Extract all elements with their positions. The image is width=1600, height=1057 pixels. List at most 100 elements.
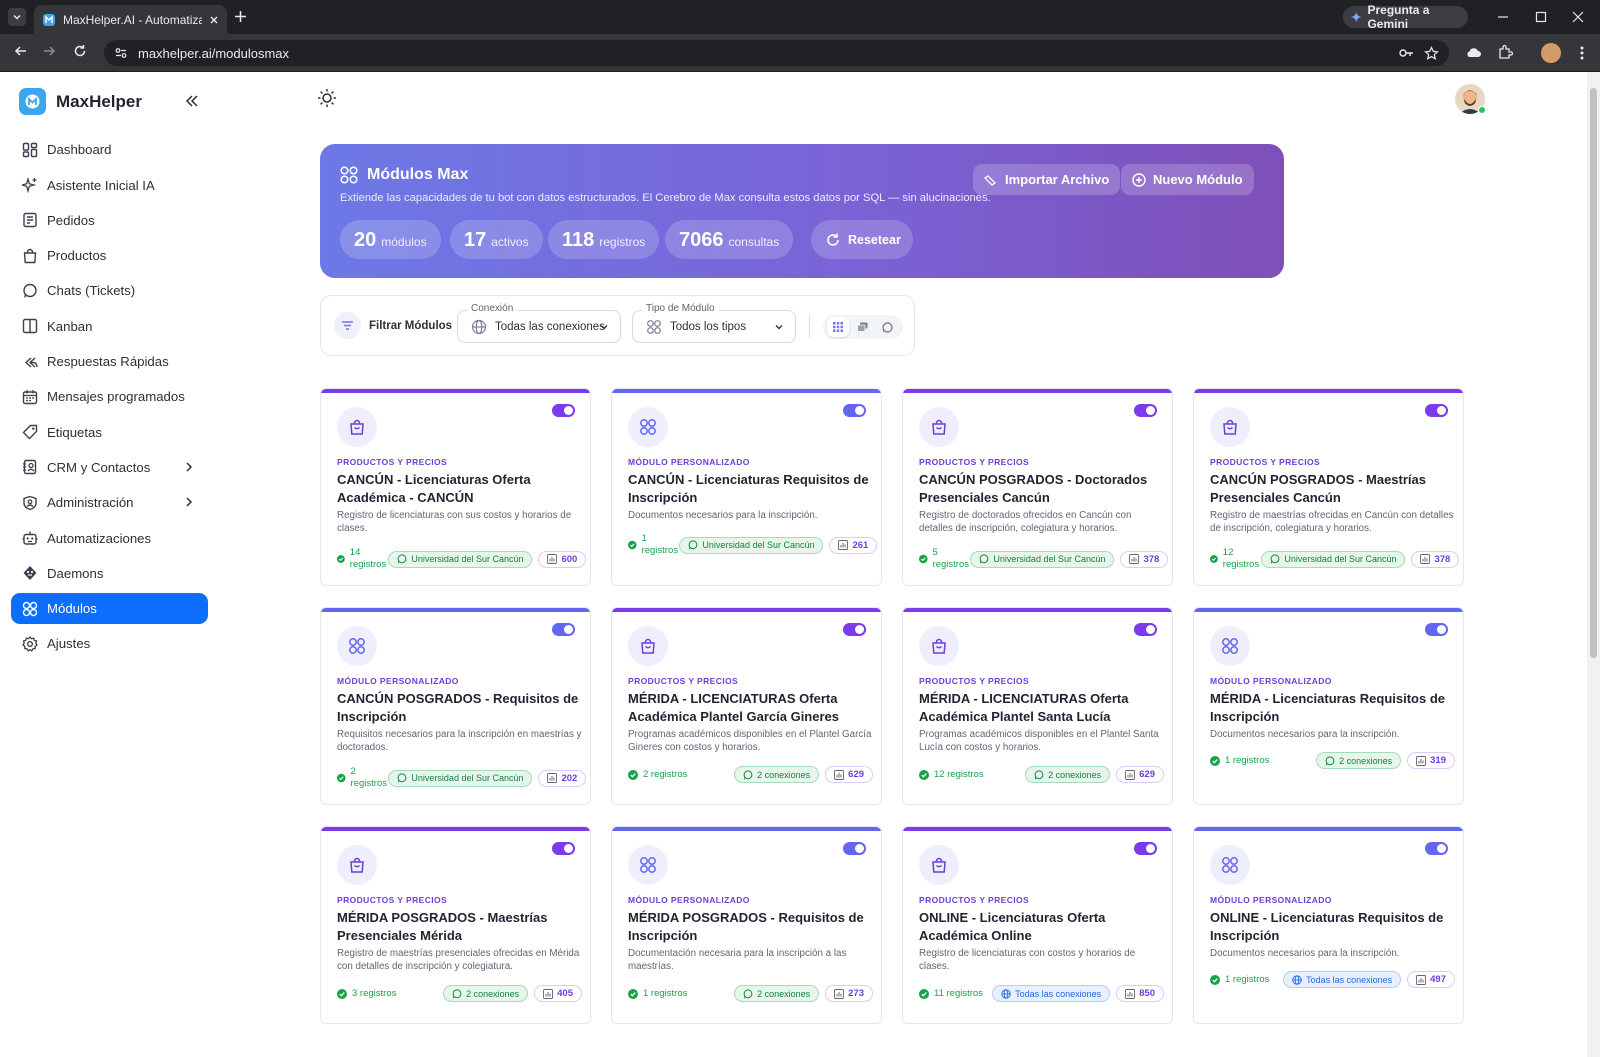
sidebar-item-modules[interactable]: Módulos bbox=[11, 592, 208, 625]
queries-chip: 405 bbox=[534, 985, 582, 1002]
module-active-toggle[interactable] bbox=[843, 404, 866, 417]
connection-chip[interactable]: 2 conexiones bbox=[1316, 752, 1402, 769]
theme-toggle-icon[interactable] bbox=[317, 88, 337, 108]
address-bar[interactable]: maxhelper.ai/modulosmax bbox=[104, 40, 1449, 66]
module-active-toggle[interactable] bbox=[1425, 623, 1448, 636]
module-active-toggle[interactable] bbox=[552, 623, 575, 636]
sidebar-item-reply-all[interactable]: Respuestas Rápidas bbox=[11, 346, 208, 378]
sidebar-item-label: Etiquetas bbox=[47, 424, 102, 440]
connection-chip[interactable]: 2 conexiones bbox=[734, 985, 820, 1002]
sidebar-item-whatsapp[interactable]: Chats (Tickets) bbox=[11, 275, 208, 307]
connection-chip[interactable]: Universidad del Sur Cancún bbox=[388, 550, 533, 568]
import-file-button[interactable]: Importar Archivo bbox=[973, 164, 1121, 195]
module-card[interactable]: PRODUCTOS Y PRECIOS CANCÚN - Licenciatura… bbox=[320, 388, 591, 586]
reset-button[interactable]: Resetear bbox=[811, 220, 913, 259]
sidebar-item-robot[interactable]: Automatizaciones bbox=[11, 522, 208, 554]
module-card[interactable]: PRODUCTOS Y PRECIOS MÉRIDA - LICENCIATURA… bbox=[902, 607, 1173, 805]
grid-view-button[interactable] bbox=[827, 317, 850, 337]
sidebar-item-orders[interactable]: Pedidos bbox=[11, 205, 208, 237]
star-icon[interactable] bbox=[1424, 45, 1439, 61]
whatsapp-icon bbox=[1034, 769, 1044, 779]
sidebar-item-admin[interactable]: Administración bbox=[11, 487, 208, 519]
new-module-button[interactable]: Nuevo Módulo bbox=[1121, 164, 1254, 195]
module-active-toggle[interactable] bbox=[1134, 842, 1157, 855]
online-status-dot bbox=[1478, 106, 1486, 114]
new-tab-icon[interactable] bbox=[234, 10, 247, 23]
stack-view-button[interactable] bbox=[852, 317, 874, 337]
back-icon[interactable] bbox=[13, 43, 29, 59]
whatsapp-icon bbox=[398, 554, 407, 564]
sidebar-item-tag[interactable]: Etiquetas bbox=[11, 416, 208, 448]
whatsapp-icon bbox=[882, 321, 893, 333]
module-card[interactable]: MÓDULO PERSONALIZADO MÉRIDA POSGRADOS - R… bbox=[611, 826, 882, 1024]
connection-chip[interactable]: Universidad del Sur Cancún bbox=[388, 769, 533, 787]
sidebar-item-calendar[interactable]: Mensajes programados bbox=[11, 381, 208, 413]
collapse-sidebar-icon[interactable] bbox=[185, 94, 199, 108]
stat-value: 20 bbox=[354, 229, 377, 251]
sidebar-item-sparkle[interactable]: Asistente Inicial IA bbox=[11, 169, 208, 201]
module-active-toggle[interactable] bbox=[843, 842, 866, 855]
app-logo[interactable]: MaxHelper bbox=[19, 88, 142, 115]
more-icon[interactable] bbox=[1580, 45, 1584, 61]
queries-chip: 261 bbox=[829, 536, 878, 554]
connection-chip[interactable]: Universidad del Sur Cancún bbox=[679, 536, 824, 554]
tab-search-button[interactable] bbox=[8, 8, 26, 26]
connection-chip[interactable]: Todas las conexiones bbox=[992, 985, 1111, 1002]
module-active-toggle[interactable] bbox=[1425, 404, 1448, 417]
scrollbar[interactable] bbox=[1587, 72, 1600, 1057]
check-circle-icon bbox=[628, 988, 638, 999]
forward-icon[interactable] bbox=[41, 43, 57, 59]
module-card[interactable]: MÓDULO PERSONALIZADO CANCÚN - Licenciatur… bbox=[611, 388, 882, 586]
connection-chip[interactable]: 2 conexiones bbox=[1025, 766, 1111, 783]
module-active-toggle[interactable] bbox=[552, 404, 575, 417]
sidebar-item-settings[interactable]: Ajustes bbox=[11, 628, 208, 660]
card-icon bbox=[919, 626, 959, 666]
sidebar-item-contacts[interactable]: CRM y Contactos bbox=[11, 452, 208, 484]
sidebar-item-label: Automatizaciones bbox=[47, 530, 152, 546]
cloud-icon[interactable] bbox=[1466, 45, 1482, 59]
module-type-select[interactable]: Tipo de Módulo Todos los tipos bbox=[632, 303, 796, 343]
maximize-icon[interactable] bbox=[1535, 11, 1547, 23]
reload-icon[interactable] bbox=[72, 43, 88, 59]
module-card[interactable]: PRODUCTOS Y PRECIOS MÉRIDA POSGRADOS - Ma… bbox=[320, 826, 591, 1024]
module-card[interactable]: PRODUCTOS Y PRECIOS MÉRIDA - LICENCIATURA… bbox=[611, 607, 882, 805]
module-active-toggle[interactable] bbox=[552, 842, 575, 855]
connection-chip[interactable]: Todas las conexiones bbox=[1283, 971, 1402, 988]
module-card[interactable]: MÓDULO PERSONALIZADO CANCÚN POSGRADOS - R… bbox=[320, 607, 591, 805]
browser-tab[interactable]: MaxHelper.AI - Automatiza tu a bbox=[34, 5, 227, 34]
sidebar-item-kanban[interactable]: Kanban bbox=[11, 310, 208, 342]
sidebar-item-bag[interactable]: Productos bbox=[11, 240, 208, 272]
module-card[interactable]: PRODUCTOS Y PRECIOS CANCÚN POSGRADOS - Do… bbox=[902, 388, 1173, 586]
connection-chip[interactable]: Universidad del Sur Cancún bbox=[1261, 550, 1406, 568]
whatsapp-icon bbox=[398, 773, 407, 783]
filter-icon bbox=[334, 312, 361, 339]
module-active-toggle[interactable] bbox=[1134, 623, 1157, 636]
minimize-icon[interactable] bbox=[1497, 11, 1509, 23]
whatsapp-view-button[interactable] bbox=[877, 317, 899, 337]
profile-avatar[interactable] bbox=[1541, 43, 1561, 63]
close-icon[interactable] bbox=[209, 15, 219, 25]
records-count: 12 registros bbox=[919, 769, 984, 781]
sidebar-item-daemon[interactable]: Daemons bbox=[11, 558, 208, 590]
card-chips: 2 conexiones 629 bbox=[1025, 766, 1164, 783]
window-close-icon[interactable] bbox=[1572, 11, 1584, 23]
module-active-toggle[interactable] bbox=[1134, 404, 1157, 417]
connection-chip[interactable]: 2 conexiones bbox=[734, 766, 820, 783]
module-active-toggle[interactable] bbox=[843, 623, 866, 636]
connection-chip[interactable]: 2 conexiones bbox=[443, 985, 529, 1002]
extensions-icon[interactable] bbox=[1497, 44, 1513, 60]
card-accent-bar bbox=[903, 389, 1172, 393]
key-icon[interactable] bbox=[1398, 45, 1414, 61]
scrollbar-thumb[interactable] bbox=[1590, 88, 1597, 658]
connection-select[interactable]: Conexión Todas las conexiones bbox=[457, 303, 621, 343]
connection-chip[interactable]: Universidad del Sur Cancún bbox=[970, 550, 1115, 568]
module-card[interactable]: PRODUCTOS Y PRECIOS CANCÚN POSGRADOS - Ma… bbox=[1193, 388, 1464, 586]
site-info-icon[interactable] bbox=[114, 46, 128, 60]
sidebar-item-dashboard[interactable]: Dashboard bbox=[11, 134, 208, 166]
module-card[interactable]: PRODUCTOS Y PRECIOS ONLINE - Licenciatura… bbox=[902, 826, 1173, 1024]
queries-count: 405 bbox=[557, 988, 573, 999]
gemini-button[interactable]: Pregunta a Gemini bbox=[1343, 3, 1468, 31]
module-active-toggle[interactable] bbox=[1425, 842, 1448, 855]
module-card[interactable]: MÓDULO PERSONALIZADO ONLINE - Licenciatur… bbox=[1193, 826, 1464, 1024]
module-card[interactable]: MÓDULO PERSONALIZADO MÉRIDA - Licenciatur… bbox=[1193, 607, 1464, 805]
